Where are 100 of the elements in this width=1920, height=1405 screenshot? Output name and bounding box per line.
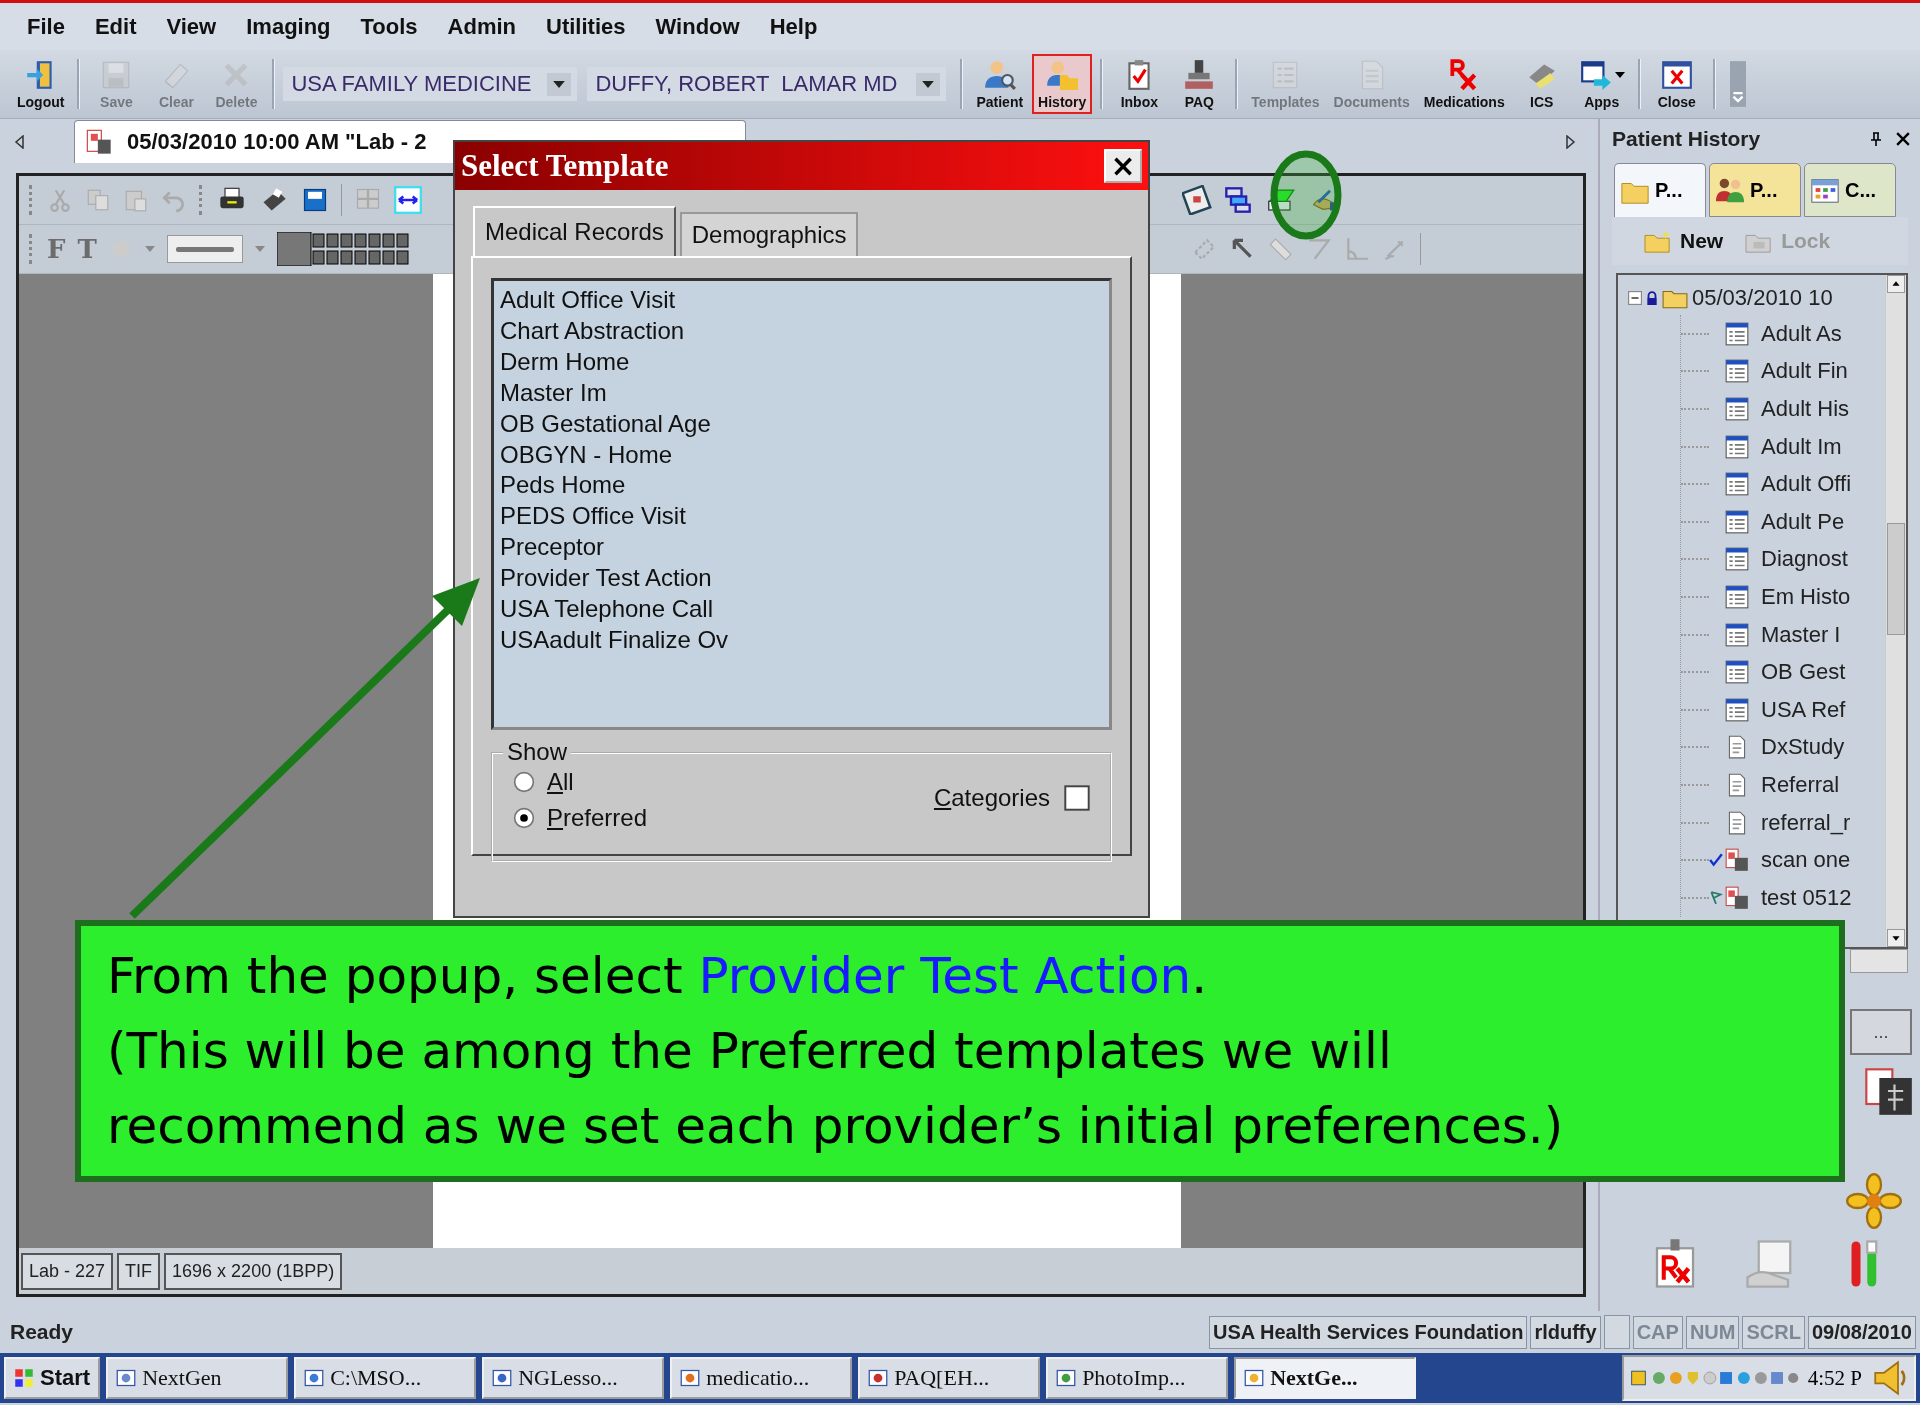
menu-item[interactable]: Tools bbox=[345, 13, 433, 40]
panel-tab[interactable]: C... bbox=[1804, 163, 1896, 217]
checkbox[interactable] bbox=[1064, 785, 1090, 811]
panel-title: Patient History bbox=[1612, 127, 1762, 151]
toolbar-button[interactable]: Close bbox=[1648, 55, 1705, 113]
tree-item[interactable]: Diagnost bbox=[1761, 546, 1848, 573]
radio-button[interactable] bbox=[513, 771, 535, 793]
tree-item[interactable]: scan one bbox=[1761, 847, 1851, 874]
menu-item[interactable]: View bbox=[151, 13, 232, 40]
scroll-right-icon[interactable] bbox=[1566, 135, 1576, 149]
scrollbar-thumb[interactable] bbox=[1887, 523, 1905, 635]
tree-item[interactable]: DxStudy bbox=[1761, 734, 1845, 761]
more-button[interactable]: ... bbox=[1850, 1009, 1912, 1055]
menu-item[interactable]: Utilities bbox=[531, 13, 641, 40]
tree-item[interactable]: Adult His bbox=[1761, 396, 1850, 422]
close-button[interactable]: × bbox=[1104, 149, 1142, 183]
status-panel: rlduffy bbox=[1530, 1315, 1601, 1349]
list-item[interactable]: Chart Abstraction bbox=[500, 315, 1103, 347]
tree-item[interactable]: Adult Pe bbox=[1761, 508, 1845, 535]
scroll-left-icon[interactable] bbox=[14, 135, 24, 149]
taskbar-button[interactable]: C:\MSO... bbox=[294, 1357, 477, 1399]
tree-item[interactable]: Adult Fin bbox=[1761, 358, 1848, 385]
list-item[interactable]: OB Gestational Age bbox=[500, 408, 1103, 440]
taskbar-button[interactable]: NextGe... bbox=[1234, 1357, 1417, 1399]
form-icon bbox=[1723, 433, 1751, 460]
panel-tab[interactable]: P... bbox=[1709, 163, 1801, 217]
menu-item[interactable]: Imaging bbox=[231, 13, 346, 40]
fit-width-icon[interactable] bbox=[394, 186, 422, 214]
list-item[interactable]: Adult Office Visit bbox=[500, 285, 1103, 316]
callout-text: From the popup, select Provider Test Action. (This will be among the Preferred templates we will recommend as we set each provider’s initial preferences.) bbox=[107, 945, 1564, 1157]
angle-icon[interactable] bbox=[1306, 236, 1332, 262]
tree-item[interactable]: USA Ref bbox=[1761, 696, 1846, 723]
tree-item[interactable]: OB Gest bbox=[1761, 659, 1846, 686]
toolbar-button[interactable]: Logout bbox=[12, 55, 70, 113]
scroll-up-icon[interactable] bbox=[1887, 275, 1905, 293]
categories-option[interactable]: Categories bbox=[933, 784, 1090, 812]
scroll-down-icon[interactable] bbox=[1887, 929, 1905, 947]
taskbar-button[interactable]: NGLesso... bbox=[482, 1357, 665, 1399]
radio-button[interactable] bbox=[513, 807, 535, 829]
toolbar-button[interactable]: PAQ bbox=[1171, 55, 1228, 113]
menu-item[interactable]: Window bbox=[640, 13, 755, 40]
windows-icon[interactable] bbox=[1224, 185, 1252, 215]
scrollbar[interactable] bbox=[1885, 275, 1906, 947]
toolbar-button[interactable]: Inbox bbox=[1111, 55, 1168, 113]
menu-item[interactable]: Admin bbox=[432, 13, 532, 40]
tree-item[interactable]: 05/03/2010 10 bbox=[1692, 285, 1833, 311]
menu-item[interactable]: Edit bbox=[79, 13, 152, 40]
x-ray-icon[interactable] bbox=[1862, 1065, 1914, 1117]
tree-item[interactable]: Referral bbox=[1761, 771, 1840, 798]
tree-item[interactable]: Adult Im bbox=[1761, 433, 1842, 460]
list-item[interactable]: USAadult Finalize Ov bbox=[500, 624, 1103, 656]
dropdown[interactable]: DUFFY, ROBERT LAMAR MD bbox=[587, 67, 947, 101]
flower-icon[interactable] bbox=[1846, 1173, 1902, 1229]
list-item[interactable]: Preceptor bbox=[500, 532, 1103, 564]
caret-icon[interactable] bbox=[254, 246, 265, 252]
close-icon[interactable] bbox=[1896, 132, 1910, 146]
dialog-tab[interactable]: Medical Records bbox=[473, 206, 676, 256]
scrollbar[interactable] bbox=[1850, 949, 1908, 973]
form-icon bbox=[1723, 358, 1751, 385]
dialog-tab[interactable]: Demographics bbox=[679, 212, 859, 256]
taskbar-button[interactable]: PhotoImp... bbox=[1046, 1357, 1229, 1399]
toolbar-button[interactable]: Medications bbox=[1418, 55, 1510, 113]
tree-item[interactable]: Master I bbox=[1761, 621, 1841, 648]
line-width-selector[interactable] bbox=[166, 235, 243, 263]
caret-icon[interactable] bbox=[144, 246, 155, 252]
status-panel: 09/08/2010 bbox=[1807, 1315, 1916, 1349]
list-item[interactable]: Peds Home bbox=[500, 470, 1103, 502]
taskbar-button[interactable]: medicatio... bbox=[670, 1357, 853, 1399]
dropdown[interactable]: USA FAMILY MEDICINE bbox=[283, 67, 578, 101]
panel-action-button[interactable]: New bbox=[1642, 228, 1724, 254]
menu-item[interactable]: File bbox=[12, 13, 80, 40]
radio-option[interactable]: All bbox=[513, 768, 648, 796]
status-panel: SCRL bbox=[1742, 1315, 1805, 1349]
app-icon bbox=[492, 1368, 513, 1388]
pin-icon[interactable] bbox=[1870, 131, 1882, 147]
taskbar-button[interactable]: NextGen bbox=[106, 1357, 289, 1399]
menu-item[interactable]: Help bbox=[754, 13, 833, 40]
panel-tab[interactable]: P... bbox=[1614, 163, 1706, 217]
list-item[interactable]: Derm Home bbox=[500, 346, 1103, 378]
radio-option[interactable]: Preferred bbox=[513, 804, 648, 832]
tree-item[interactable]: Adult Offi bbox=[1761, 471, 1852, 498]
list-item[interactable]: PEDS Office Visit bbox=[500, 501, 1103, 533]
list-item[interactable]: Master Im bbox=[500, 377, 1103, 409]
tree-item[interactable]: test 0512 bbox=[1761, 884, 1852, 911]
toolbar-button[interactable]: ICS bbox=[1513, 55, 1570, 113]
taskbar-button[interactable]: PAQ[EH... bbox=[858, 1357, 1041, 1399]
list-item[interactable]: USA Telephone Call bbox=[500, 594, 1103, 625]
tree-item[interactable]: referral_r bbox=[1761, 809, 1851, 836]
toolbar-button[interactable]: Patient bbox=[971, 55, 1029, 113]
collapse-icon[interactable] bbox=[1628, 291, 1642, 305]
list-item[interactable]: OBGYN - Home bbox=[500, 439, 1103, 471]
tree-item[interactable]: Em Histo bbox=[1761, 583, 1851, 610]
toolbar-button[interactable]: History bbox=[1032, 54, 1093, 114]
form-icon bbox=[1723, 659, 1751, 686]
start-button[interactable]: Start bbox=[4, 1357, 101, 1399]
toolbar-button[interactable]: Apps bbox=[1573, 55, 1630, 113]
tree-item[interactable]: Adult As bbox=[1761, 320, 1842, 347]
overflow-chevron-icon[interactable] bbox=[1729, 61, 1746, 107]
list-item[interactable]: Provider Test Action bbox=[500, 563, 1103, 595]
form-icon bbox=[1723, 546, 1751, 573]
